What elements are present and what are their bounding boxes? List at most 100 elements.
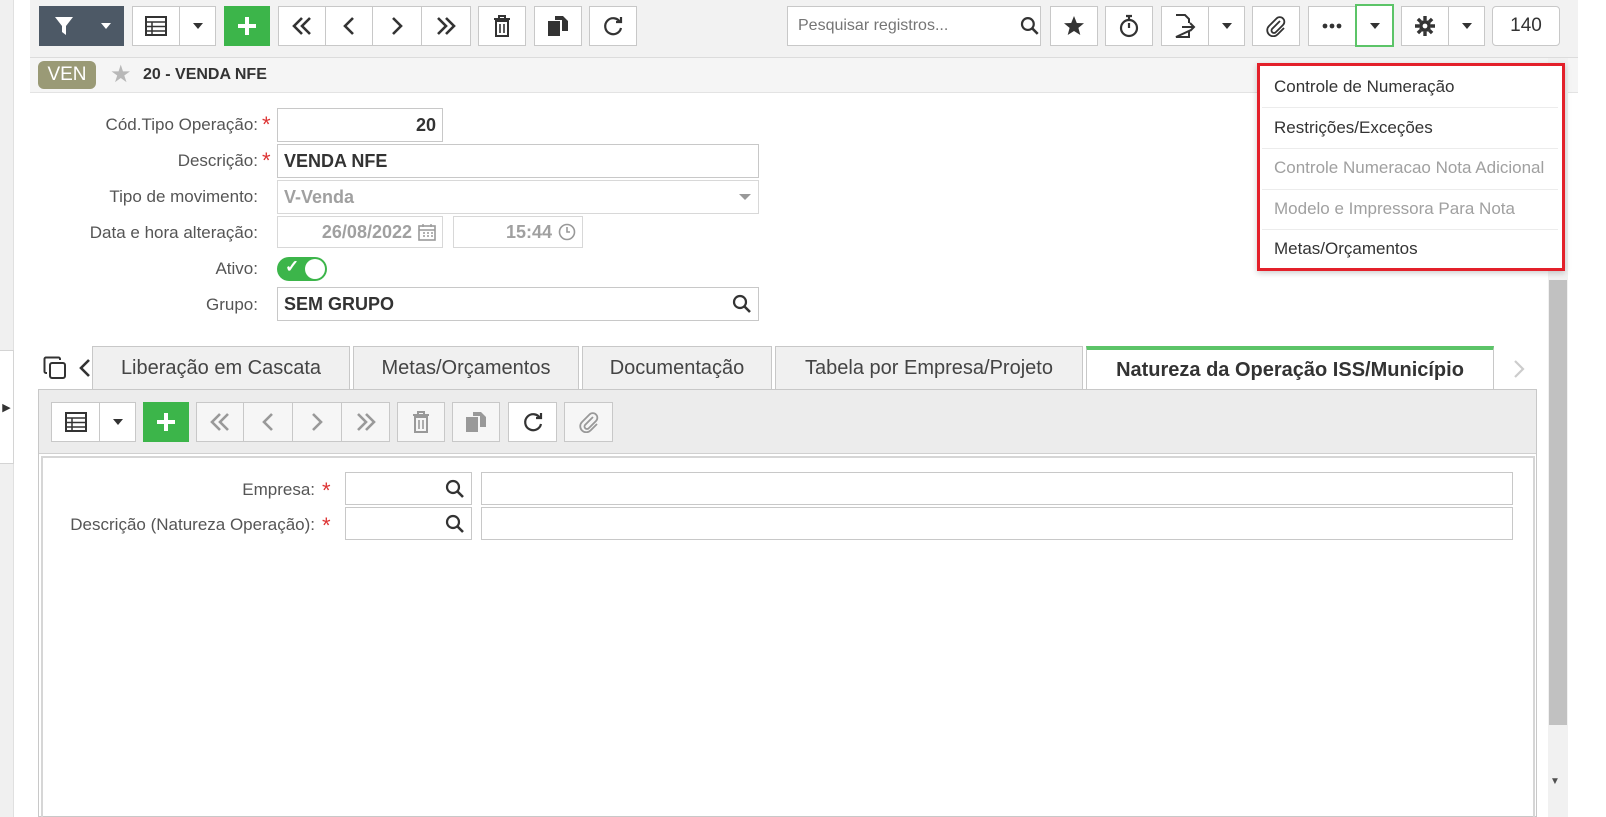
scroll-down-arrow-icon[interactable]: ▼ bbox=[1550, 776, 1560, 787]
refresh-button[interactable] bbox=[589, 6, 637, 46]
search-input[interactable] bbox=[796, 16, 1017, 36]
scrollbar-thumb[interactable] bbox=[1549, 280, 1567, 725]
grupo-field[interactable]: SEM GRUPO bbox=[277, 287, 759, 321]
double-chevron-left-icon bbox=[210, 413, 229, 431]
filter-dropdown-button[interactable] bbox=[88, 6, 124, 46]
sub-delete-button[interactable] bbox=[397, 402, 445, 442]
tipo-movimento-label: Tipo de movimento: bbox=[109, 187, 258, 206]
search-icon[interactable] bbox=[1020, 16, 1040, 36]
caret-down-icon bbox=[1461, 23, 1472, 29]
sub-refresh-button[interactable] bbox=[508, 402, 557, 442]
grid-view-dropdown-button[interactable] bbox=[179, 6, 216, 46]
previous-record-button[interactable] bbox=[325, 6, 373, 46]
check-icon: ✓ bbox=[285, 257, 300, 276]
copy-icon bbox=[548, 16, 568, 36]
natureza-description-field[interactable] bbox=[481, 507, 1513, 540]
expand-panel-handle[interactable]: ▶ bbox=[0, 350, 14, 464]
cod-tipo-field[interactable]: 20 bbox=[277, 108, 443, 142]
tab-label: Documentação bbox=[609, 357, 745, 379]
stopwatch-icon bbox=[1119, 14, 1139, 38]
sub-duplicate-button[interactable] bbox=[452, 402, 500, 442]
menu-item-metas-orcamentos[interactable]: Metas/Orçamentos bbox=[1274, 239, 1418, 259]
sub-grid-view-button[interactable] bbox=[51, 402, 100, 442]
grid-view-button[interactable] bbox=[132, 6, 180, 46]
search-icon[interactable] bbox=[445, 514, 465, 534]
required-mark: * bbox=[322, 478, 331, 503]
sub-add-button[interactable] bbox=[143, 402, 189, 442]
tab-label: Natureza da Operação ISS/Município bbox=[1116, 358, 1464, 381]
menu-item-controle-numeracao-nota-adicional: Controle Numeracao Nota Adicional bbox=[1274, 158, 1545, 177]
duplicate-record-button[interactable] bbox=[534, 6, 582, 46]
caret-down-icon bbox=[1221, 23, 1232, 29]
time-field[interactable]: 15:44 bbox=[453, 216, 583, 248]
tab-label: Metas/Orçamentos bbox=[381, 357, 551, 379]
add-record-button[interactable] bbox=[224, 6, 270, 46]
search-icon[interactable] bbox=[445, 479, 465, 499]
delete-record-button[interactable] bbox=[478, 6, 526, 46]
star-icon bbox=[1064, 16, 1084, 35]
toggle-knob bbox=[305, 259, 325, 279]
tab-tabela-empresa-projeto[interactable]: Tabela por Empresa/Projeto bbox=[775, 346, 1083, 390]
sub-attachment-button[interactable] bbox=[564, 402, 613, 442]
more-actions-dropdown-button[interactable] bbox=[1355, 4, 1394, 47]
favorite-star-icon[interactable]: ★ bbox=[110, 60, 132, 89]
date-field[interactable]: 26/08/2022 bbox=[277, 216, 443, 248]
settings-button[interactable] bbox=[1401, 6, 1449, 46]
tipo-movimento-value: V-Venda bbox=[284, 186, 355, 207]
grupo-label: Grupo: bbox=[206, 295, 258, 314]
natureza-code-field[interactable] bbox=[345, 507, 472, 540]
more-actions-button[interactable] bbox=[1308, 6, 1356, 46]
table-grid-icon bbox=[145, 16, 167, 36]
chevron-left-icon bbox=[343, 17, 354, 35]
tab-liberacao-cascata[interactable]: Liberação em Cascata bbox=[92, 346, 350, 390]
sub-last-button[interactable] bbox=[341, 402, 390, 442]
search-icon[interactable] bbox=[732, 294, 752, 314]
menu-item-modelo-impressora: Modelo e Impressora Para Nota bbox=[1274, 199, 1515, 218]
export-button[interactable] bbox=[1161, 6, 1209, 46]
empresa-code-field[interactable] bbox=[345, 472, 472, 505]
filter-icon bbox=[55, 17, 73, 35]
sub-grid-dropdown-button[interactable] bbox=[99, 402, 136, 442]
tabs-scroll-right-icon[interactable] bbox=[1512, 358, 1526, 385]
descricao-field[interactable]: VENDA NFE bbox=[277, 144, 759, 178]
first-record-button[interactable] bbox=[278, 6, 326, 46]
sub-next-button[interactable] bbox=[292, 402, 342, 442]
next-record-button[interactable] bbox=[372, 6, 422, 46]
copy-tabs-icon[interactable] bbox=[43, 356, 67, 385]
tabs-scroll-left-icon[interactable] bbox=[78, 357, 92, 384]
chevron-right-icon bbox=[312, 413, 323, 431]
tipo-movimento-select[interactable]: V-Venda bbox=[277, 180, 759, 214]
settings-dropdown-button[interactable] bbox=[1448, 6, 1485, 46]
copy-icon bbox=[466, 412, 486, 432]
required-mark: * bbox=[262, 112, 271, 137]
export-dropdown-button[interactable] bbox=[1208, 6, 1245, 46]
refresh-icon bbox=[523, 413, 542, 432]
tab-label: Liberação em Cascata bbox=[120, 357, 322, 379]
file-export-icon bbox=[1175, 14, 1196, 38]
sub-first-button[interactable] bbox=[196, 402, 244, 442]
ellipsis-icon bbox=[1322, 23, 1342, 29]
plus-icon bbox=[157, 413, 175, 431]
menu-item-controle-numeracao[interactable]: Controle de Numeração bbox=[1274, 77, 1454, 97]
caret-down-icon bbox=[192, 23, 203, 29]
caret-down-icon bbox=[739, 194, 751, 200]
trash-icon bbox=[413, 411, 429, 433]
search-records-box[interactable] bbox=[787, 6, 1041, 46]
attachment-button[interactable] bbox=[1252, 6, 1300, 46]
menu-item-restricoes-excecoes[interactable]: Restrições/Exceções bbox=[1274, 118, 1433, 138]
caret-down-icon bbox=[1369, 22, 1380, 29]
gear-icon bbox=[1415, 16, 1435, 36]
tab-natureza-operacao[interactable]: Natureza da Operação ISS/Município bbox=[1086, 346, 1494, 390]
empresa-description-field[interactable] bbox=[481, 472, 1513, 505]
chevron-right-icon bbox=[392, 17, 403, 35]
favorite-button[interactable] bbox=[1050, 6, 1098, 46]
ativo-label: Ativo: bbox=[215, 259, 258, 278]
timer-button[interactable] bbox=[1105, 6, 1153, 46]
sub-previous-button[interactable] bbox=[243, 402, 293, 442]
filter-button[interactable] bbox=[39, 6, 89, 46]
tab-metas-orcamentos[interactable]: Metas/Orçamentos bbox=[353, 346, 579, 390]
last-record-button[interactable] bbox=[421, 6, 471, 46]
tab-documentacao[interactable]: Documentação bbox=[582, 346, 772, 390]
paperclip-icon bbox=[578, 412, 598, 433]
record-count: 140 bbox=[1492, 6, 1560, 46]
